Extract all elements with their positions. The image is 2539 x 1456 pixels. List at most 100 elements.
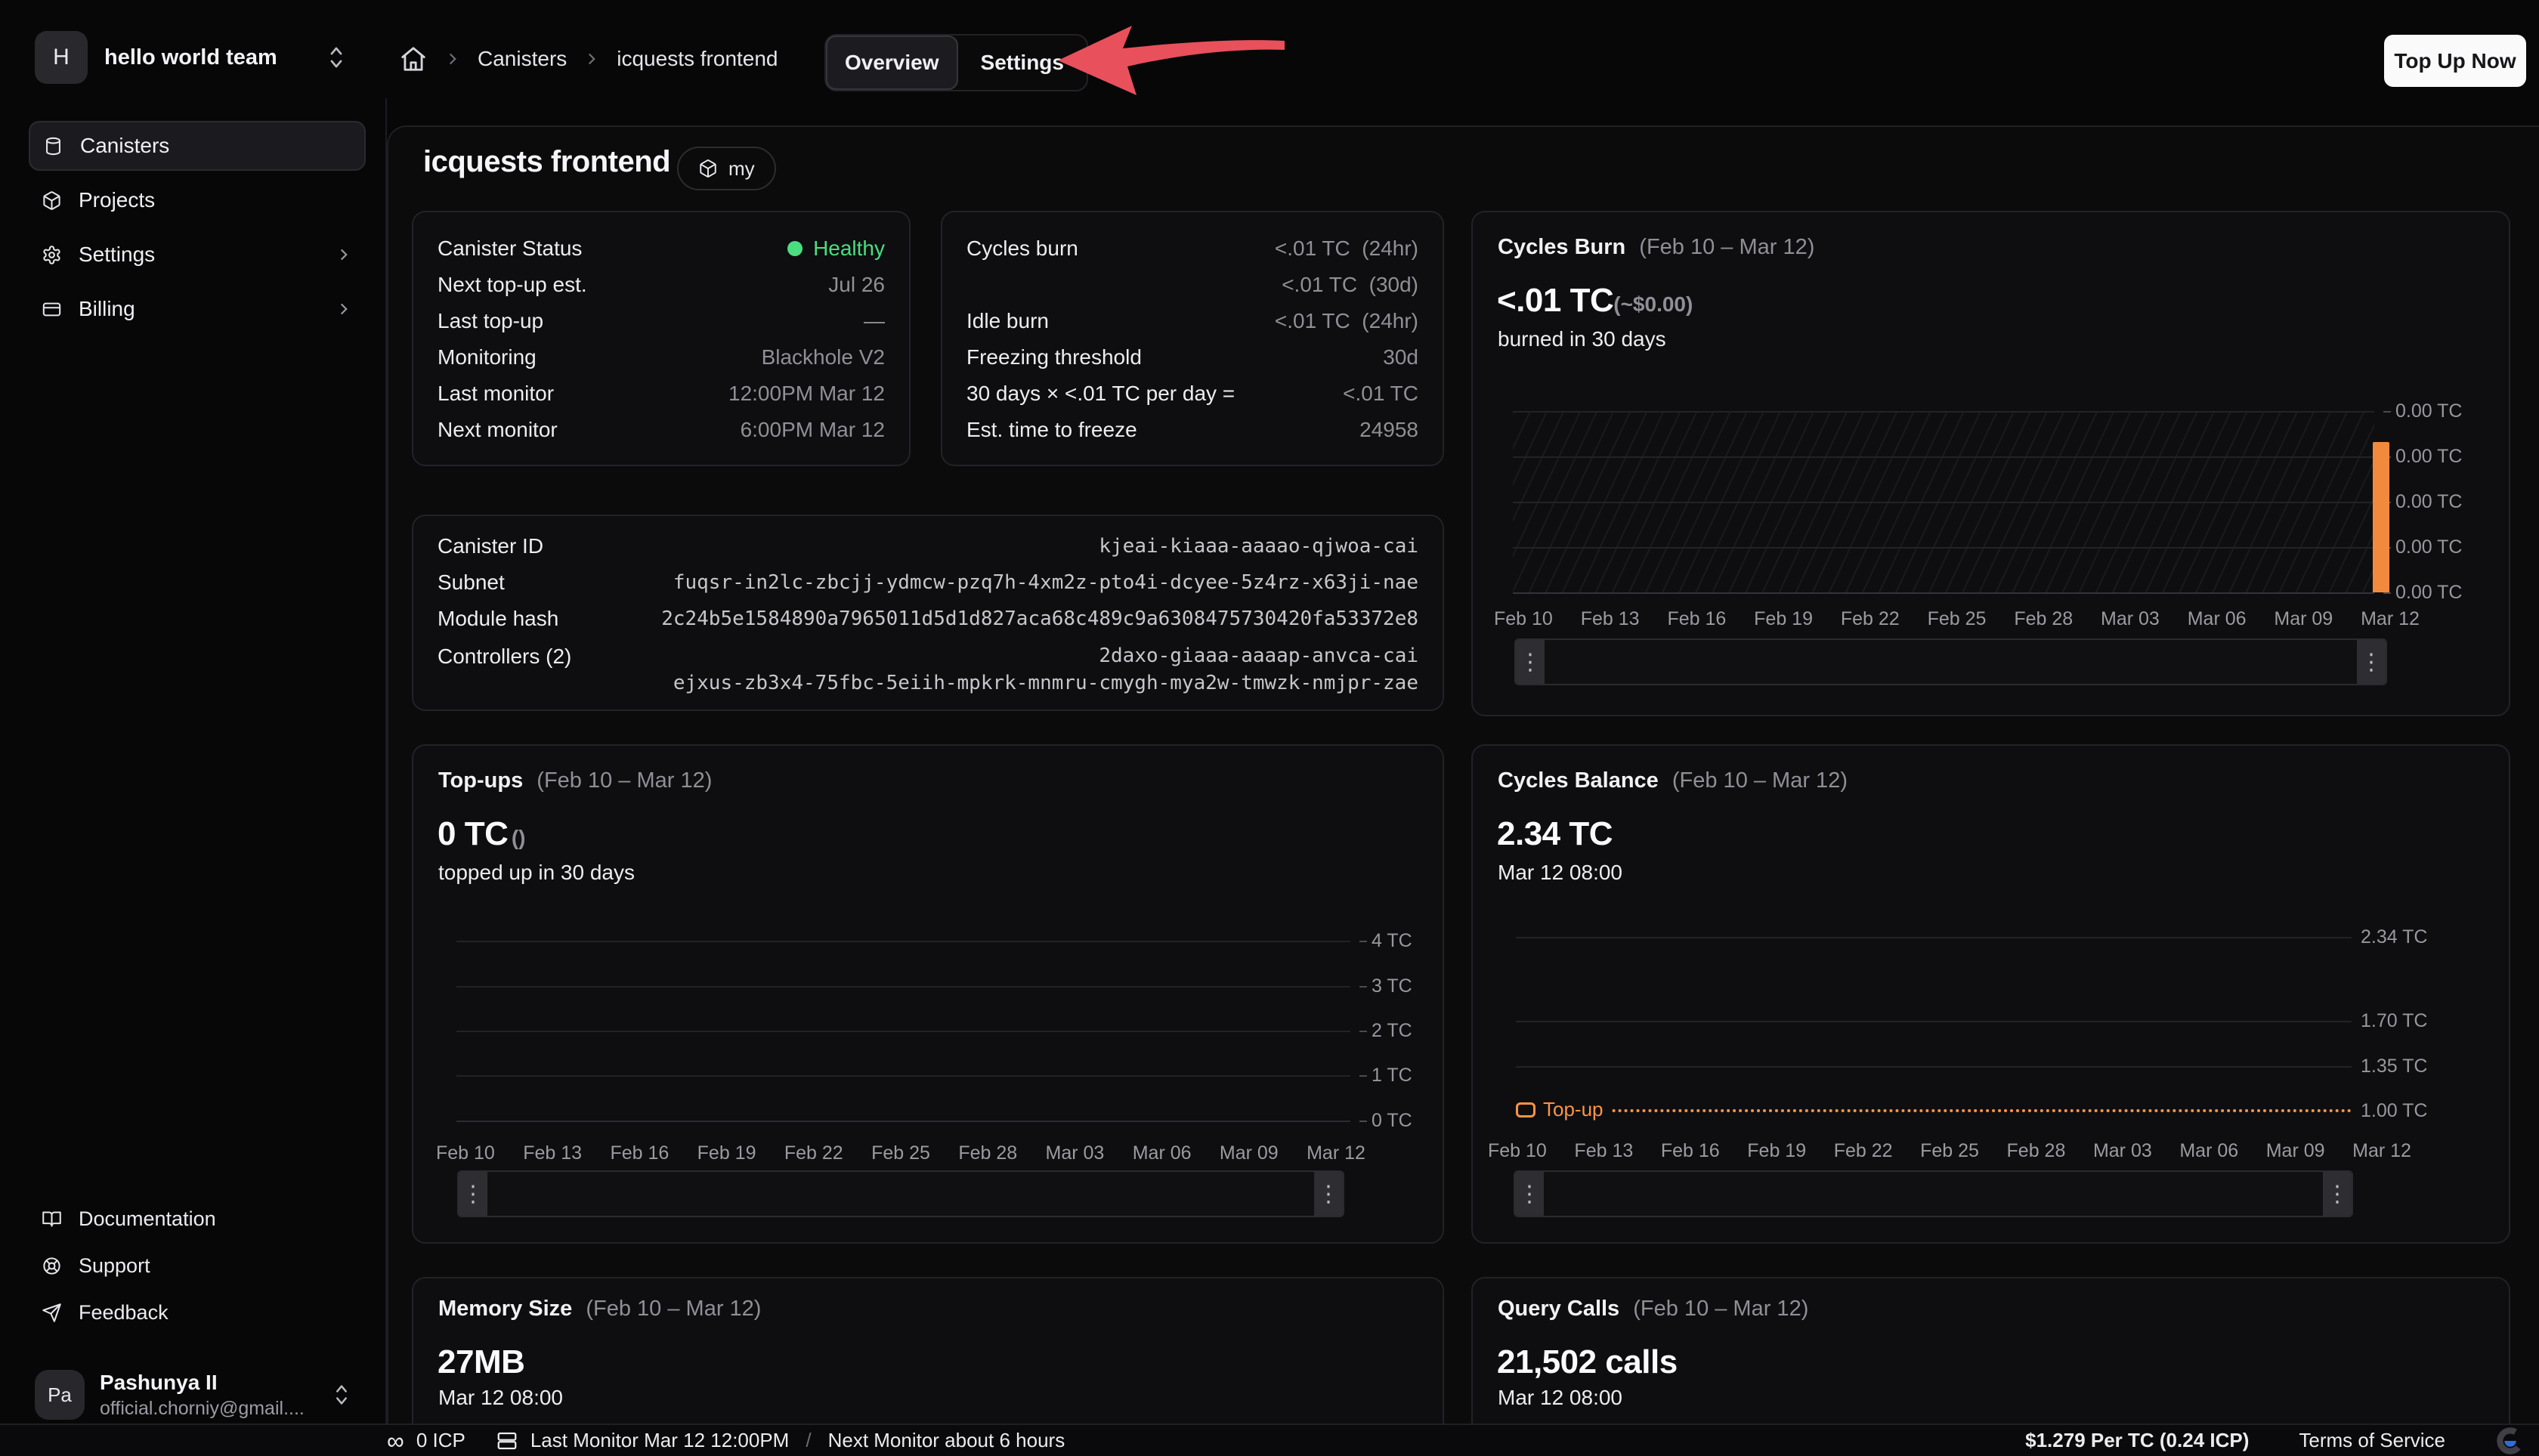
sidebar-item-label: Documentation <box>79 1207 216 1231</box>
cycles-burn-card: Cycles burn <.01 TC (24hr) <.01 TC (30d)… <box>941 211 1444 466</box>
x-axis-label: Mar 09 <box>2274 608 2333 630</box>
x-axis-label: Feb 22 <box>784 1142 843 1164</box>
slider-handle-left[interactable]: ⋮ <box>1515 1172 1544 1216</box>
home-icon[interactable] <box>399 45 428 73</box>
sidebar-item-documentation[interactable]: Documentation <box>29 1195 366 1242</box>
sidebar-item-projects[interactable]: Projects <box>29 175 366 225</box>
chart-range-slider[interactable]: ⋮ ⋮ <box>1514 1170 2353 1217</box>
user-email: official.chorniy@gmail.... <box>100 1398 316 1420</box>
canister-id-card: Canister ID kjeai-kiaaa-aaaao-qjwoa-cai … <box>412 515 1444 711</box>
chart-subtitle: burned in 30 days <box>1498 327 1666 351</box>
cycleops-logo[interactable] <box>2495 1426 2525 1456</box>
chart-range-slider[interactable]: ⋮ ⋮ <box>1514 638 2387 685</box>
y-axis-label: 1 TC <box>1372 1065 1412 1087</box>
breadcrumb-current: icquests frontend <box>617 47 778 71</box>
x-axis-label: Feb 10 <box>436 1142 495 1164</box>
x-axis-label: Feb 22 <box>1841 608 1900 630</box>
top-up-threshold-line: 1.00 TC <box>1516 1109 2352 1112</box>
project-tag[interactable]: my <box>677 147 776 190</box>
server-icon <box>496 1430 518 1452</box>
chart-date-range: (Feb 10 – Mar 12) <box>586 1297 761 1321</box>
tag-label: my <box>728 157 755 181</box>
slider-handle-right[interactable]: ⋮ <box>2357 640 2386 684</box>
status-badge: Healthy <box>813 236 885 261</box>
controller-value: 2daxo-giaaa-aaaap-anvca-cai <box>673 645 1418 667</box>
x-axis-label: Feb 16 <box>1661 1140 1720 1162</box>
chevron-right-icon <box>582 49 602 69</box>
y-axis-label: 3 TC <box>1372 975 1412 997</box>
table-row: Controllers (2) 2daxo-giaaa-aaaap-anvca-… <box>438 645 1418 694</box>
y-axis-label: 0 TC <box>1372 1110 1412 1132</box>
slider-handle-left[interactable]: ⋮ <box>459 1172 487 1216</box>
sidebar-item-feedback[interactable]: Feedback <box>29 1289 366 1336</box>
x-axis-label: Feb 28 <box>2014 608 2073 630</box>
y-axis-label: 0.00 TC <box>2395 582 2462 604</box>
sidebar-divider <box>385 98 387 1425</box>
sidebar-item-canisters[interactable]: Canisters <box>29 121 366 171</box>
slider-track[interactable] <box>1544 1172 2323 1216</box>
row-value: <.01 TC (24hr) <box>1275 236 1418 261</box>
chart-header: Cycles Burn (Feb 10 – Mar 12) <box>1498 235 1814 260</box>
x-axis-label: Mar 03 <box>2101 608 2160 630</box>
page-title: icquests frontend <box>423 145 670 179</box>
x-axis-label: Mar 03 <box>1046 1142 1105 1164</box>
y-axis-label: 4 TC <box>1372 930 1412 952</box>
row-value: — <box>864 309 885 333</box>
chart-range-slider[interactable]: ⋮ ⋮ <box>457 1170 1344 1217</box>
x-axis-label: Mar 06 <box>2188 608 2247 630</box>
terms-of-service-link[interactable]: Terms of Service <box>2299 1429 2445 1452</box>
y-axis-label: 2.34 TC <box>2361 926 2427 948</box>
infinity-icon: ∞ <box>387 1429 404 1453</box>
sidebar-item-label: Settings <box>79 243 317 267</box>
paper-plane-icon <box>41 1302 62 1323</box>
status-dot <box>787 241 803 256</box>
tab-overview[interactable]: Overview <box>826 36 958 90</box>
x-axis-label: Mar 12 <box>2361 608 2420 630</box>
x-axis: Feb 10Feb 13Feb 16Feb 19Feb 22Feb 25Feb … <box>436 1142 1365 1164</box>
chart-header: Top-ups (Feb 10 – Mar 12) <box>438 768 712 793</box>
chart-big-value: 2.34 TC <box>1497 815 1613 853</box>
breadcrumb-canisters[interactable]: Canisters <box>478 47 567 71</box>
chevron-right-icon <box>334 299 354 319</box>
x-axis-label: Feb 19 <box>1747 1140 1806 1162</box>
sidebar-item-support[interactable]: Support <box>29 1242 366 1289</box>
x-axis-label: Mar 12 <box>1307 1142 1365 1164</box>
sidebar-item-billing[interactable]: Billing <box>29 284 366 334</box>
user-name: Pashunya II <box>100 1371 316 1395</box>
slider-track[interactable] <box>487 1172 1314 1216</box>
team-switcher[interactable]: H hello world team <box>35 30 348 85</box>
module-hash-value: 2c24b5e1584890a7965011d5d1d827aca68c489c… <box>661 607 1418 630</box>
row-value: 24958 <box>1359 418 1418 442</box>
y-axis-label: 0.00 TC <box>2395 536 2462 558</box>
x-axis-label: Feb 10 <box>1494 608 1553 630</box>
x-axis-label: Feb 25 <box>871 1142 930 1164</box>
cube-icon <box>41 190 62 211</box>
user-menu[interactable]: Pa Pashunya II official.chorniy@gmail...… <box>35 1366 352 1424</box>
y-axis-label: 1.00 TC <box>2361 1100 2427 1122</box>
chart-date-range: (Feb 10 – Mar 12) <box>1672 768 1848 793</box>
subnet-value: fuqsr-in2lc-zbcjj-ydmcw-pzq7h-4xm2z-pto4… <box>673 571 1418 594</box>
chart-title: Memory Size <box>438 1297 572 1321</box>
x-axis-label: Mar 09 <box>2266 1140 2325 1162</box>
app-root: H hello world team Canisters icquests fr… <box>0 0 2539 1456</box>
slider-track[interactable] <box>1545 640 2357 684</box>
top-up-icon <box>1516 1102 1535 1118</box>
chart-date-range: (Feb 10 – Mar 12) <box>1639 235 1814 259</box>
book-icon <box>41 1208 62 1229</box>
chart-date-range: (Feb 10 – Mar 12) <box>537 768 712 793</box>
gear-icon <box>41 244 62 265</box>
cycles-balance-chart-card: Cycles Balance (Feb 10 – Mar 12) 2.34 TC… <box>1471 744 2510 1244</box>
x-axis-label: Feb 13 <box>1574 1140 1633 1162</box>
top-up-now-button[interactable]: Top Up Now <box>2384 35 2526 87</box>
chevron-updown-icon <box>325 45 348 70</box>
chart-subtitle: Mar 12 08:00 <box>1498 1386 1622 1410</box>
chart-big-value: <.01 TC(~$0.00) <box>1497 282 1693 320</box>
credit-card-icon <box>41 298 62 320</box>
breadcrumb: Canisters icquests frontend <box>399 35 778 83</box>
slider-handle-right[interactable]: ⋮ <box>1314 1172 1343 1216</box>
slider-handle-left[interactable]: ⋮ <box>1516 640 1545 684</box>
sidebar-item-settings[interactable]: Settings <box>29 230 366 280</box>
chart-header: Query Calls (Feb 10 – Mar 12) <box>1498 1297 1808 1322</box>
slider-handle-right[interactable]: ⋮ <box>2323 1172 2352 1216</box>
x-axis-label: Mar 09 <box>1220 1142 1279 1164</box>
